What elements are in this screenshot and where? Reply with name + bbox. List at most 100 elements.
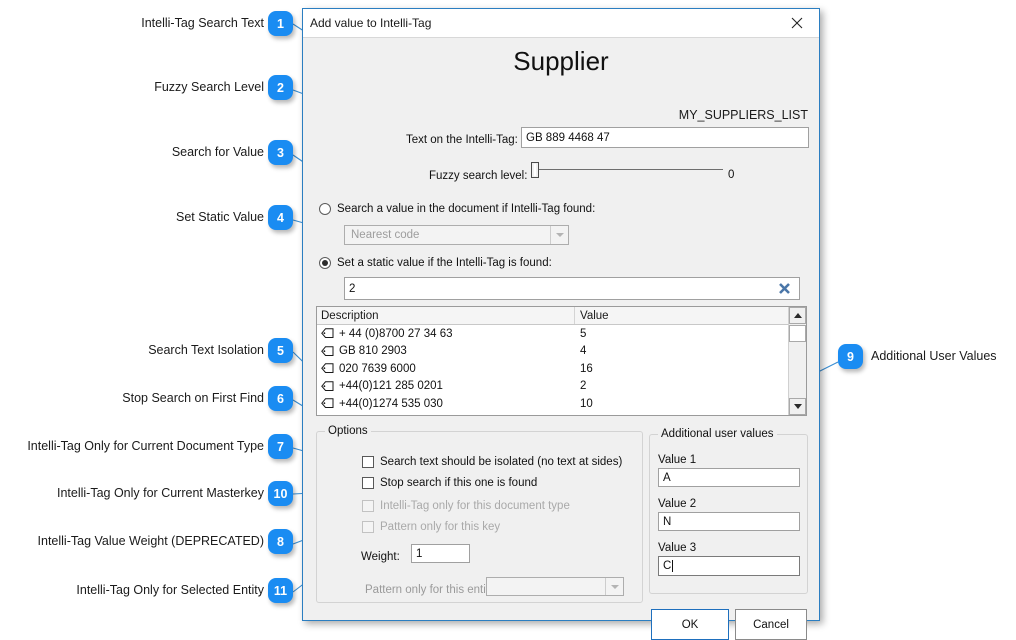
fuzzy-level-label: Fuzzy search level: xyxy=(429,170,527,182)
annotation-badge-1: 1 xyxy=(268,11,293,36)
value3-input[interactable]: C xyxy=(658,556,800,576)
page-title: Supplier xyxy=(303,46,819,77)
clear-x-icon[interactable] xyxy=(773,278,795,299)
tag-icon xyxy=(321,363,334,374)
value3-label: Value 3 xyxy=(658,542,696,554)
static-value-input[interactable]: 2 xyxy=(344,277,800,300)
column-header-value[interactable]: Value xyxy=(575,307,806,324)
value1-input[interactable]: A xyxy=(658,468,800,487)
annotation-label-3: Search for Value xyxy=(172,146,264,159)
annotation-badge-8: 8 xyxy=(268,529,293,554)
search-value-radio-row[interactable]: Search a value in the document if Intell… xyxy=(319,203,595,215)
value2-input[interactable]: N xyxy=(658,512,800,531)
search-text-input[interactable]: GB 889 4468 47 xyxy=(521,127,809,148)
annotation-badge-3: 3 xyxy=(268,140,293,165)
checkbox-search-text-isolated[interactable]: Search text should be isolated (no text … xyxy=(362,456,622,468)
cancel-button[interactable]: Cancel xyxy=(735,609,807,640)
search-value-radio-label: Search a value in the document if Intell… xyxy=(337,203,595,215)
listview-header: Description Value xyxy=(317,307,806,325)
annotation-badge-4: 4 xyxy=(268,205,293,230)
dialog-body: Supplier MY_SUPPLIERS_LIST Text on the I… xyxy=(303,38,819,622)
table-row[interactable]: GB 810 2903 4 xyxy=(317,343,806,361)
tag-icon xyxy=(321,328,334,339)
list-name-label: MY_SUPPLIERS_LIST xyxy=(679,108,808,122)
triangle-up-icon[interactable] xyxy=(789,307,806,324)
table-row[interactable]: +44(0)1274 535 030 10 xyxy=(317,413,806,417)
fuzzy-level-value: 0 xyxy=(728,169,734,181)
tag-icon xyxy=(321,398,334,409)
annotation-label-8: Intelli-Tag Value Weight (DEPRECATED) xyxy=(38,535,264,548)
annotation-label-2: Fuzzy Search Level xyxy=(154,81,264,94)
column-header-description[interactable]: Description xyxy=(317,307,575,324)
annotation-label-10: Intelli-Tag Only for Current Masterkey xyxy=(57,487,264,500)
annotation-badge-5: 5 xyxy=(268,338,293,363)
values-listview[interactable]: Description Value + 44 (0)8700 27 34 63 … xyxy=(316,306,807,416)
annotation-badge-11: 11 xyxy=(268,578,293,603)
row-value: 2 xyxy=(575,380,806,392)
weight-input[interactable]: 1 xyxy=(411,544,470,563)
annotation-label-9: Additional User Values xyxy=(871,350,997,363)
annotation-badge-2: 2 xyxy=(268,75,293,100)
static-value-radio-row[interactable]: Set a static value if the Intelli-Tag is… xyxy=(319,257,552,269)
checkbox-box[interactable] xyxy=(362,456,374,468)
row-value: 10 xyxy=(575,415,806,416)
annotation-badge-6: 6 xyxy=(268,386,293,411)
checkbox-stop-search[interactable]: Stop search if this one is found xyxy=(362,477,537,489)
row-value: 4 xyxy=(575,345,806,357)
row-description: + 44 (0)8700 27 34 63 xyxy=(339,328,453,340)
annotation-badge-7: 7 xyxy=(268,434,293,459)
annotation-label-6: Stop Search on First Find xyxy=(122,392,264,405)
annotation-label-11: Intelli-Tag Only for Selected Entity xyxy=(76,584,264,597)
dialog-titlebar: Add value to Intelli-Tag xyxy=(303,9,819,38)
value3-text: C xyxy=(663,560,671,572)
checkbox-label: Stop search if this one is found xyxy=(380,477,537,489)
value1-label: Value 1 xyxy=(658,454,696,466)
row-description: GB 810 2903 xyxy=(339,345,407,357)
row-description: +44(0)1274 535 030 xyxy=(339,398,443,410)
row-description: +44(0)121 285 0201 xyxy=(339,380,443,392)
listview-rows: + 44 (0)8700 27 34 63 5 GB 810 2903 4 02… xyxy=(317,325,806,416)
annotation-badge-9: 9 xyxy=(838,344,863,369)
table-row[interactable]: 020 7639 6000 16 xyxy=(317,360,806,378)
row-value: 10 xyxy=(575,398,806,410)
weight-label: Weight: xyxy=(361,551,400,563)
checkbox-label: Pattern only for this key xyxy=(380,521,500,533)
entity-combo xyxy=(486,577,624,596)
checkbox-box xyxy=(362,500,374,512)
table-row[interactable]: +44(0)121 285 0201 2 xyxy=(317,378,806,396)
static-value-radio-label: Set a static value if the Intelli-Tag is… xyxy=(337,257,552,269)
nearest-code-combo-value: Nearest code xyxy=(351,229,419,241)
search-text-label: Text on the Intelli-Tag: xyxy=(406,134,518,146)
value2-label: Value 2 xyxy=(658,498,696,510)
slider-track xyxy=(531,169,723,170)
scrollbar-thumb[interactable] xyxy=(789,325,806,342)
checkbox-only-document-type: Intelli-Tag only for this document type xyxy=(362,500,570,512)
slider-thumb[interactable] xyxy=(531,162,539,178)
chevron-down-icon xyxy=(605,578,623,595)
table-row[interactable]: + 44 (0)8700 27 34 63 5 xyxy=(317,325,806,343)
text-cursor xyxy=(672,560,673,572)
listview-scrollbar[interactable] xyxy=(788,307,806,415)
add-value-dialog: Add value to Intelli-Tag Supplier MY_SUP… xyxy=(302,8,820,621)
table-row[interactable]: +44(0)1274 535 030 10 xyxy=(317,395,806,413)
close-icon[interactable] xyxy=(775,9,819,36)
dialog-title: Add value to Intelli-Tag xyxy=(310,16,431,30)
annotation-label-7: Intelli-Tag Only for Current Document Ty… xyxy=(27,440,264,453)
fuzzy-slider[interactable] xyxy=(531,162,723,178)
checkbox-label: Intelli-Tag only for this document type xyxy=(380,500,570,512)
ok-button[interactable]: OK xyxy=(651,609,729,640)
tag-icon xyxy=(321,381,334,392)
checkbox-label: Search text should be isolated (no text … xyxy=(380,456,622,468)
triangle-down-icon[interactable] xyxy=(789,398,806,415)
annotation-label-4: Set Static Value xyxy=(176,211,264,224)
static-value-radio[interactable] xyxy=(319,257,331,269)
nearest-code-combo[interactable]: Nearest code xyxy=(344,225,569,245)
checkbox-box[interactable] xyxy=(362,477,374,489)
chevron-down-icon[interactable] xyxy=(550,226,568,244)
checkbox-box xyxy=(362,521,374,533)
annotation-label-1: Intelli-Tag Search Text xyxy=(141,17,264,30)
row-description: +44(0)1274 535 030 xyxy=(339,415,443,416)
search-value-radio[interactable] xyxy=(319,203,331,215)
tag-icon xyxy=(321,346,334,357)
entity-label: Pattern only for this entity: xyxy=(365,584,498,596)
